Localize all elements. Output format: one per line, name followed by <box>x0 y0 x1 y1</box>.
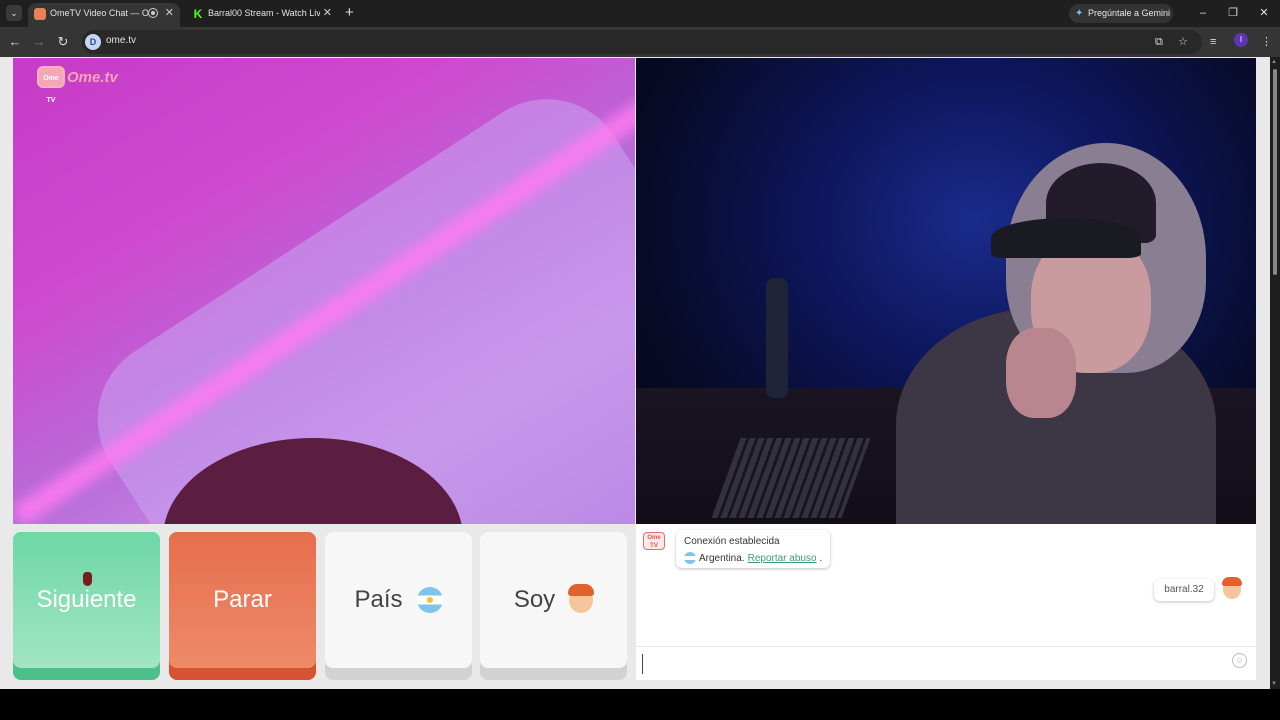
scroll-thumb[interactable] <box>1273 69 1277 275</box>
logo-text: Ome.tv <box>67 68 118 86</box>
country-button[interactable]: País <box>325 532 472 680</box>
argentina-flag-icon <box>416 587 443 613</box>
argentina-flag-icon <box>684 552 696 564</box>
user-avatar-icon <box>1222 577 1242 599</box>
gemini-label: Pregúntale a Gemini <box>1088 8 1171 18</box>
video-scene <box>1006 328 1076 418</box>
boy-avatar-icon <box>568 584 595 613</box>
ometv-logo[interactable]: Ome TV Ome.tv <box>37 66 118 104</box>
tab-title: Barral00 Stream - Watch Live o <box>208 8 320 18</box>
gender-button[interactable]: Soy <box>480 532 627 680</box>
user-message: barral.32 <box>1154 579 1214 601</box>
chat-input[interactable] <box>642 654 1227 674</box>
menu-dots-icon[interactable]: ⋮ <box>1261 33 1272 51</box>
partner-country-line: Argentina. Reportar abuso. <box>684 552 822 564</box>
self-video <box>636 58 1256 524</box>
close-icon[interactable]: ✕ <box>323 6 332 20</box>
video-scene <box>766 278 788 398</box>
report-suffix: . <box>819 552 823 564</box>
stop-label: Parar <box>213 586 272 613</box>
tab-title: OmeTV Video Chat — Ome <box>50 8 148 18</box>
chat-input-row: ☺ <box>636 646 1256 681</box>
restore-icon[interactable]: ❐ <box>1223 4 1243 22</box>
next-label: Siguiente <box>36 586 137 613</box>
address-bar[interactable]: D ome.tv ⧉ ☆ <box>82 30 1202 54</box>
kick-favicon-icon: K <box>192 7 204 21</box>
system-message: Conexión establecida Argentina. Reportar… <box>676 530 830 568</box>
gemini-sparkle-icon: ✦ <box>1075 8 1084 19</box>
gemini-button[interactable]: ✦ Pregúntale a Gemini <box>1069 4 1173 23</box>
browser-toolbar: ← → ↻ D ome.tv ⧉ ☆ ≡ I ⋮ <box>0 27 1280 57</box>
ometv-favicon-icon <box>34 8 46 20</box>
video-scene <box>991 218 1141 258</box>
minimize-icon[interactable]: – <box>1193 4 1213 22</box>
site-info-icon[interactable]: D <box>85 34 101 50</box>
scroll-down-icon[interactable]: ▼ <box>1271 681 1277 687</box>
chat-panel: Ome TV Conexión establecida Argentina. R… <box>636 524 1256 680</box>
new-tab-icon[interactable]: + <box>345 4 354 22</box>
gender-label: Soy <box>513 586 556 613</box>
ometv-page: Ome TV Ome.tv Siguiente Parar País Soy O… <box>0 57 1270 689</box>
stop-button[interactable]: Parar <box>169 532 316 680</box>
window-close-icon[interactable]: ✕ <box>1254 4 1274 22</box>
url-text[interactable]: ome.tv <box>106 35 136 46</box>
ometv-chat-logo-icon: Ome TV <box>643 532 665 550</box>
media-controls-icon[interactable]: ≡ <box>1210 33 1216 51</box>
back-arrow-icon[interactable]: ← <box>6 33 24 51</box>
reload-icon[interactable]: ↻ <box>54 33 72 51</box>
install-app-icon[interactable]: ⧉ <box>1155 34 1163 50</box>
bookmark-star-icon[interactable]: ☆ <box>1178 34 1188 50</box>
profile-avatar[interactable]: I <box>1234 33 1248 47</box>
country-label: País <box>354 586 403 613</box>
partner-video: Ome TV Ome.tv <box>13 58 635 524</box>
scroll-up-icon[interactable]: ▲ <box>1271 59 1277 65</box>
audio-playing-icon[interactable] <box>148 8 158 18</box>
emoji-icon[interactable]: ☺ <box>1232 653 1247 668</box>
browser-tabstrip: ⌄ OmeTV Video Chat — Ome ✕ K Barral00 St… <box>0 0 1280 27</box>
next-button[interactable]: Siguiente <box>13 532 160 680</box>
close-icon[interactable]: ✕ <box>165 6 174 20</box>
report-abuse-link[interactable]: Reportar abuso <box>748 553 817 564</box>
tab-search-icon[interactable]: ⌄ <box>6 5 22 21</box>
partner-country: Argentina. <box>699 552 745 564</box>
tab-ometv[interactable]: OmeTV Video Chat — Ome ✕ <box>28 3 180 27</box>
forward-arrow-icon[interactable]: → <box>30 33 48 51</box>
hand-cursor-icon <box>83 572 92 586</box>
tab-kick-stream[interactable]: K Barral00 Stream - Watch Live o ✕ <box>186 3 338 27</box>
connection-status: Conexión establecida <box>684 536 780 547</box>
page-scrollbar[interactable]: ▲ ▼ <box>1270 57 1280 689</box>
logo-tv-icon: Ome TV <box>37 66 65 104</box>
